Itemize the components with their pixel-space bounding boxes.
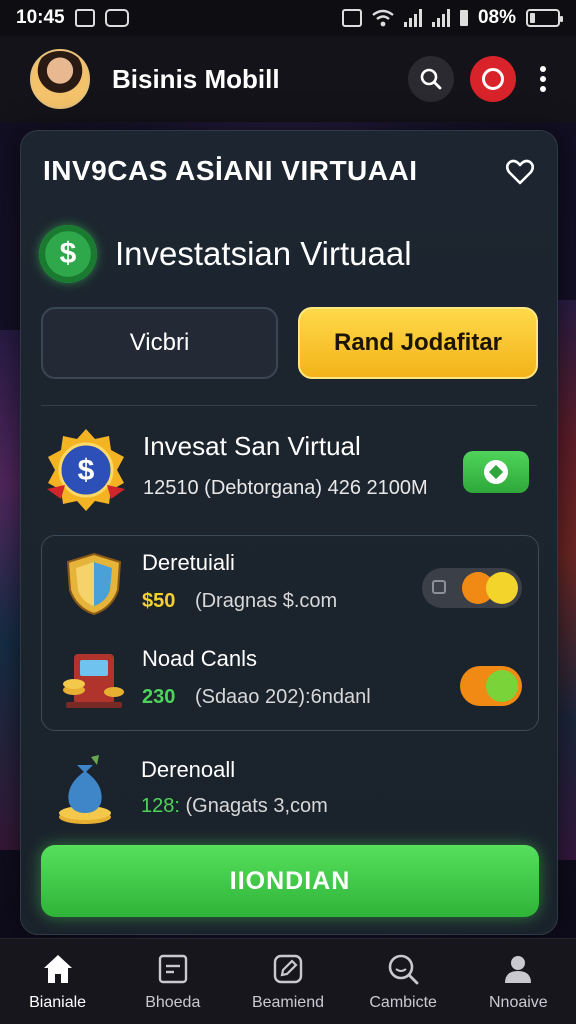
- investment-card: INV9CAS ASİANI VIRTUAAI $ Investatsian V…: [20, 130, 558, 935]
- item-detail: (Gnagats 3,com: [185, 795, 328, 817]
- search-button[interactable]: [408, 56, 454, 102]
- item-amount: 128:: [141, 795, 180, 817]
- heart-icon: [506, 159, 534, 185]
- status-time: 10:45: [16, 7, 65, 28]
- list-item[interactable]: Noad Canls 230 (Sdaao 202):6ndanl: [42, 640, 538, 730]
- person-icon: [505, 955, 532, 983]
- section-header: $ Investatsian Virtuaal: [39, 225, 412, 283]
- home-icon: [43, 954, 72, 983]
- record-icon: [482, 68, 504, 90]
- item-toggle[interactable]: [460, 666, 522, 706]
- app-notification-icon: [104, 9, 129, 27]
- primary-action-button[interactable]: IIONDIAN: [41, 845, 539, 917]
- item-detail: (Dragnas $.com: [194, 590, 338, 612]
- shield-icon: [66, 552, 122, 616]
- wifi-icon: [372, 9, 394, 27]
- notification-icon: [74, 9, 95, 27]
- dollar-coin-icon: $: [39, 225, 97, 283]
- status-bar: 10:45 08%: [0, 0, 576, 36]
- record-button[interactable]: [470, 56, 516, 102]
- cash-register-icon: [63, 654, 124, 708]
- edit-icon: [273, 954, 303, 983]
- item-toggle[interactable]: [422, 568, 522, 608]
- item-amount: $50: [142, 590, 176, 612]
- list-item[interactable]: Derenoall 128: (Gnagats 3,com: [41, 745, 539, 835]
- diamond-icon: [484, 460, 508, 484]
- item-subtitle: 230 (Sdaao 202):6ndanl: [142, 686, 371, 709]
- medal-badge-icon: $: [47, 429, 125, 511]
- nav-item-folder[interactable]: Bhoeda: [118, 952, 228, 1012]
- list-item[interactable]: Deretuiali $50 (Dragnas $.com: [42, 544, 538, 634]
- nav-item-home[interactable]: Bianiale: [3, 952, 113, 1012]
- nav-item-search[interactable]: Cambicte: [348, 952, 458, 1012]
- search-icon: [420, 68, 442, 90]
- investment-group: Deretuiali $50 (Dragnas $.com Noad Canls: [41, 535, 539, 731]
- battery-icon: [526, 9, 563, 27]
- nav-label: Cambicte: [369, 993, 437, 1011]
- toggle-knob-secondary: [486, 670, 518, 702]
- nav-label: Bhoeda: [145, 993, 201, 1011]
- search-icon: [388, 954, 419, 984]
- nav-label: Bianiale: [29, 993, 87, 1011]
- featured-action-button[interactable]: [463, 451, 529, 493]
- signal-2-icon: [431, 9, 450, 27]
- divider: [41, 405, 537, 406]
- tab-rand-jodafitar[interactable]: Rand Jodafitar: [298, 307, 538, 379]
- folder-icon: [158, 954, 187, 983]
- battery-percent: 08%: [477, 7, 516, 28]
- tab-vicbri[interactable]: Vicbri: [41, 307, 278, 379]
- lock-icon: [432, 580, 446, 594]
- signal-icon: [403, 9, 422, 27]
- card-title: INV9CAS ASİANI VIRTUAAI: [43, 155, 418, 186]
- item-amount: 230: [142, 686, 176, 708]
- app-title: Bisinis Mobill: [112, 63, 280, 94]
- bottom-navigation: Bianiale Bhoeda Beamiend Cambicte Nnoaiv…: [0, 938, 576, 1024]
- featured-subtitle: 12510 (Debtorgana) 426 2100M: [143, 477, 428, 499]
- item-title: Deretuiali: [142, 550, 235, 575]
- money-bag-icon: [59, 755, 111, 824]
- toggle-knob-secondary: [486, 572, 518, 604]
- avatar[interactable]: [30, 49, 90, 109]
- featured-investment[interactable]: $ Invesat San Virtual 12510 (Debtorgana)…: [41, 427, 539, 517]
- item-title: Derenoall: [141, 757, 236, 782]
- vibrate-icon: [341, 9, 362, 27]
- item-detail: (Sdaao 202):6ndanl: [194, 686, 371, 708]
- featured-title: Invesat San Virtual: [143, 431, 361, 461]
- nav-label: Beamiend: [251, 993, 324, 1011]
- section-title: Investatsian Virtuaal: [115, 235, 412, 272]
- svg-text:$: $: [78, 454, 95, 487]
- battery-small-icon: [459, 10, 468, 26]
- nav-label: Nnoaive: [488, 993, 548, 1011]
- favorite-button[interactable]: [505, 157, 535, 187]
- nav-item-profile[interactable]: Nnoaive: [463, 952, 573, 1012]
- nav-item-edit[interactable]: Beamiend: [233, 952, 343, 1012]
- app-header: Bisinis Mobill: [0, 36, 576, 122]
- item-subtitle: $50 (Dragnas $.com: [142, 590, 337, 613]
- more-menu-button[interactable]: [540, 66, 546, 92]
- item-title: Noad Canls: [142, 646, 257, 671]
- item-subtitle: 128: (Gnagats 3,com: [141, 795, 328, 818]
